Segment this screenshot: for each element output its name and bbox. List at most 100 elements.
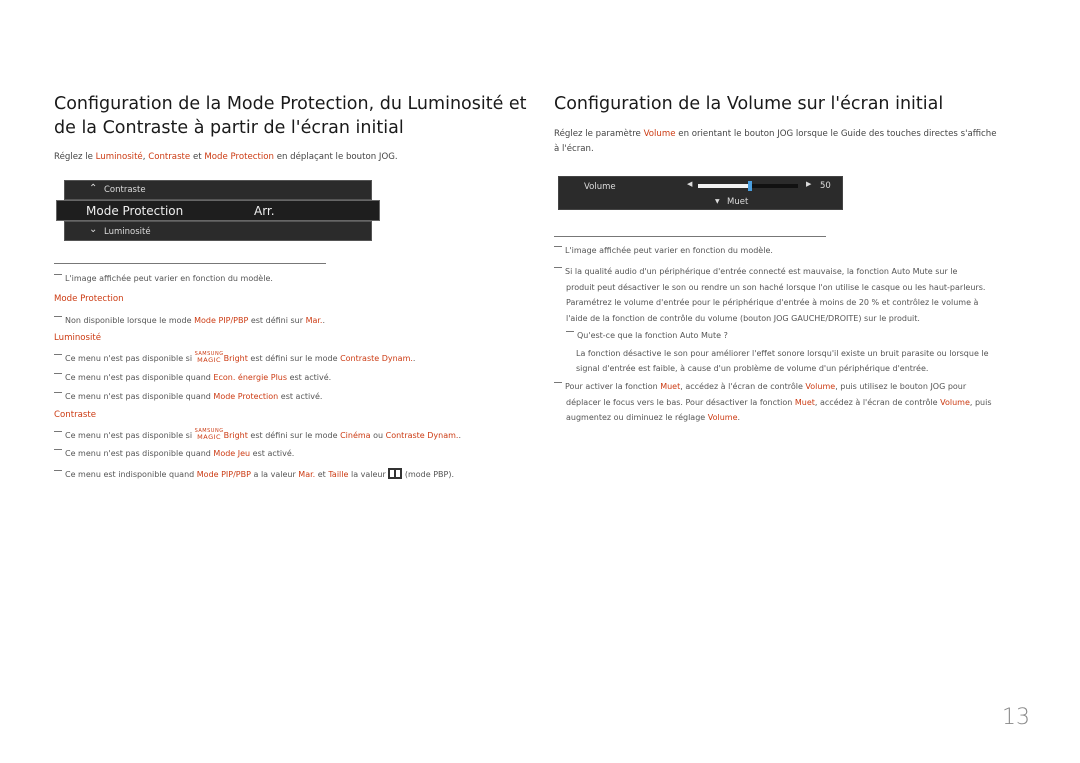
right-section-title: Configuration de la Volume sur l'écran i…: [554, 94, 944, 114]
note-dash-icon: [54, 431, 62, 432]
text: a la valeur: [250, 470, 299, 479]
arrow-right-icon[interactable]: ▶: [806, 180, 811, 188]
volume-slider-handle[interactable]: [748, 181, 752, 191]
highlight: Volume: [805, 382, 836, 391]
highlight: Bright: [223, 431, 248, 440]
text: à l'écran.: [554, 144, 594, 154]
text: produit peut désactiver le son ou rendre…: [566, 282, 986, 292]
text: Ce menu est indisponible quand: [65, 470, 197, 479]
divider: [54, 263, 326, 264]
text: Réglez le paramètre: [554, 129, 644, 139]
highlight: Volume: [707, 413, 738, 422]
note-auto-mute: Si la qualité audio d'un périphérique d'…: [554, 264, 985, 326]
text: Ce menu n'est pas disponible quand: [65, 449, 214, 458]
text: Ce menu n'est pas disponible si: [65, 431, 195, 440]
left-intro: Réglez le Luminosité, Contraste et Mode …: [54, 150, 398, 165]
note-dash-icon: [54, 274, 62, 275]
right-intro: Réglez le paramètre Volume en orientant …: [554, 127, 1034, 157]
text: , accédez à l'écran de contrôle: [814, 397, 941, 407]
heading-mode-protection: Mode Protection: [54, 294, 124, 304]
text: , puis: [969, 397, 992, 407]
volume-value: 50: [820, 181, 831, 191]
highlight: Volume: [643, 129, 676, 139]
text: ou: [370, 431, 386, 440]
note-dash-icon: [54, 449, 62, 450]
divider: [554, 236, 826, 237]
highlight: Mode Protection: [204, 152, 274, 162]
text: est défini sur le mode: [247, 354, 341, 363]
text: augmentez ou diminuez le réglage: [566, 413, 708, 422]
highlight: Mode PIP/PBP: [194, 316, 249, 325]
text: Pour activer la fonction: [565, 382, 661, 391]
osd-up-label: Contraste: [104, 185, 146, 195]
highlight: Taille: [328, 470, 349, 479]
note-dash-icon: [54, 316, 62, 317]
text: , accédez à l'écran de contrôle: [680, 382, 806, 391]
volume-slider[interactable]: [698, 181, 798, 191]
note-dash-icon: [554, 246, 562, 247]
note-luminosite-1: Ce menu n'est pas disponible si SAMSUNG M…: [54, 351, 415, 367]
note-dash-icon: [554, 267, 562, 268]
highlight: Econ. énergie Plus: [213, 373, 288, 382]
text: Ce menu n'est pas disponible quand: [65, 373, 214, 382]
text: .: [412, 354, 416, 363]
highlight: Luminosité: [95, 152, 143, 162]
text: Ce menu n'est pas disponible si: [65, 354, 195, 363]
note-what-is-auto-mute: Qu'est-ce que la fonction Auto Mute ? La…: [566, 328, 989, 377]
text: et: [315, 470, 329, 479]
osd-main-value: Arr.: [254, 204, 275, 218]
pbp-split-icon: [388, 468, 403, 479]
highlight: Bright: [223, 354, 248, 363]
text: l'aide de la fonction de contrôle du vol…: [566, 313, 920, 323]
chevron-down-icon: ⌄: [89, 224, 98, 235]
highlight: Volume: [940, 397, 970, 407]
volume-osd: Volume ◀ ▶ 50 ▼ Muet: [558, 176, 843, 210]
osd-up-item[interactable]: ⌃ Contraste: [64, 180, 372, 200]
text: .: [322, 316, 326, 325]
samsung-magic-logo: SAMSUNG MAGIC: [194, 351, 224, 364]
note-contraste-3: Ce menu est indisponible quand Mode PIP/…: [54, 467, 454, 483]
highlight: Muet: [794, 397, 815, 407]
note-dash-icon: [54, 470, 62, 471]
text: est activé.: [278, 392, 323, 401]
heading-contraste: Contraste: [54, 410, 97, 420]
osd-down-item[interactable]: ⌄ Luminosité: [64, 221, 372, 241]
highlight: Cinéma: [340, 431, 371, 440]
note-image-varies: L'image affichée peut varier en fonction…: [54, 271, 273, 287]
arrow-left-icon[interactable]: ◀: [687, 180, 692, 188]
text: Ce menu n'est pas disponible quand: [65, 392, 214, 401]
osd-selected-item[interactable]: Mode Protection Arr.: [56, 200, 380, 221]
text: Paramétrez le volume d'entrée pour le pé…: [566, 298, 979, 307]
highlight: Mar.: [305, 316, 323, 325]
mute-label[interactable]: Muet: [727, 197, 748, 207]
text: est défini sur: [248, 316, 306, 325]
text: la valeur: [348, 470, 389, 479]
text: Si la qualité audio d'un périphérique d'…: [565, 267, 958, 276]
highlight: Contraste: [148, 152, 191, 162]
highlight: Mode Jeu: [213, 449, 251, 458]
highlight: Mode PIP/PBP: [196, 470, 251, 479]
highlight: Mar.: [298, 470, 316, 479]
left-section-title: Configuration de la Mode Protection, du …: [54, 92, 534, 140]
text: est activé.: [250, 449, 295, 458]
text: est défini sur le mode: [247, 431, 341, 440]
text: Réglez le: [54, 152, 96, 162]
chevron-up-icon: ⌃: [89, 183, 98, 194]
note-dash-icon: [566, 331, 574, 332]
text: La fonction désactive le son pour amélio…: [576, 348, 989, 358]
text: est activé.: [287, 373, 332, 382]
text: en déplaçant le bouton JOG.: [273, 152, 398, 162]
left-title-line2: de la Contraste à partir de l'écran init…: [54, 118, 404, 138]
arrow-down-icon: ▼: [715, 198, 720, 205]
note-dash-icon: [554, 382, 562, 383]
text: Qu'est-ce que la fonction Auto Mute ?: [577, 331, 728, 340]
volume-slider-fill: [698, 184, 750, 188]
osd-main-label: Mode Protection: [86, 204, 184, 218]
highlight: Contraste Dynam.: [340, 354, 413, 363]
note-dash-icon: [54, 373, 62, 374]
volume-label: Volume: [584, 182, 616, 192]
note-text: L'image affichée peut varier en fonction…: [565, 246, 773, 255]
note-luminosite-3: Ce menu n'est pas disponible quand Mode …: [54, 389, 322, 405]
note-mute: Pour activer la fonction Muet, accédez à…: [554, 379, 992, 426]
highlight: Mode Protection: [213, 392, 279, 401]
